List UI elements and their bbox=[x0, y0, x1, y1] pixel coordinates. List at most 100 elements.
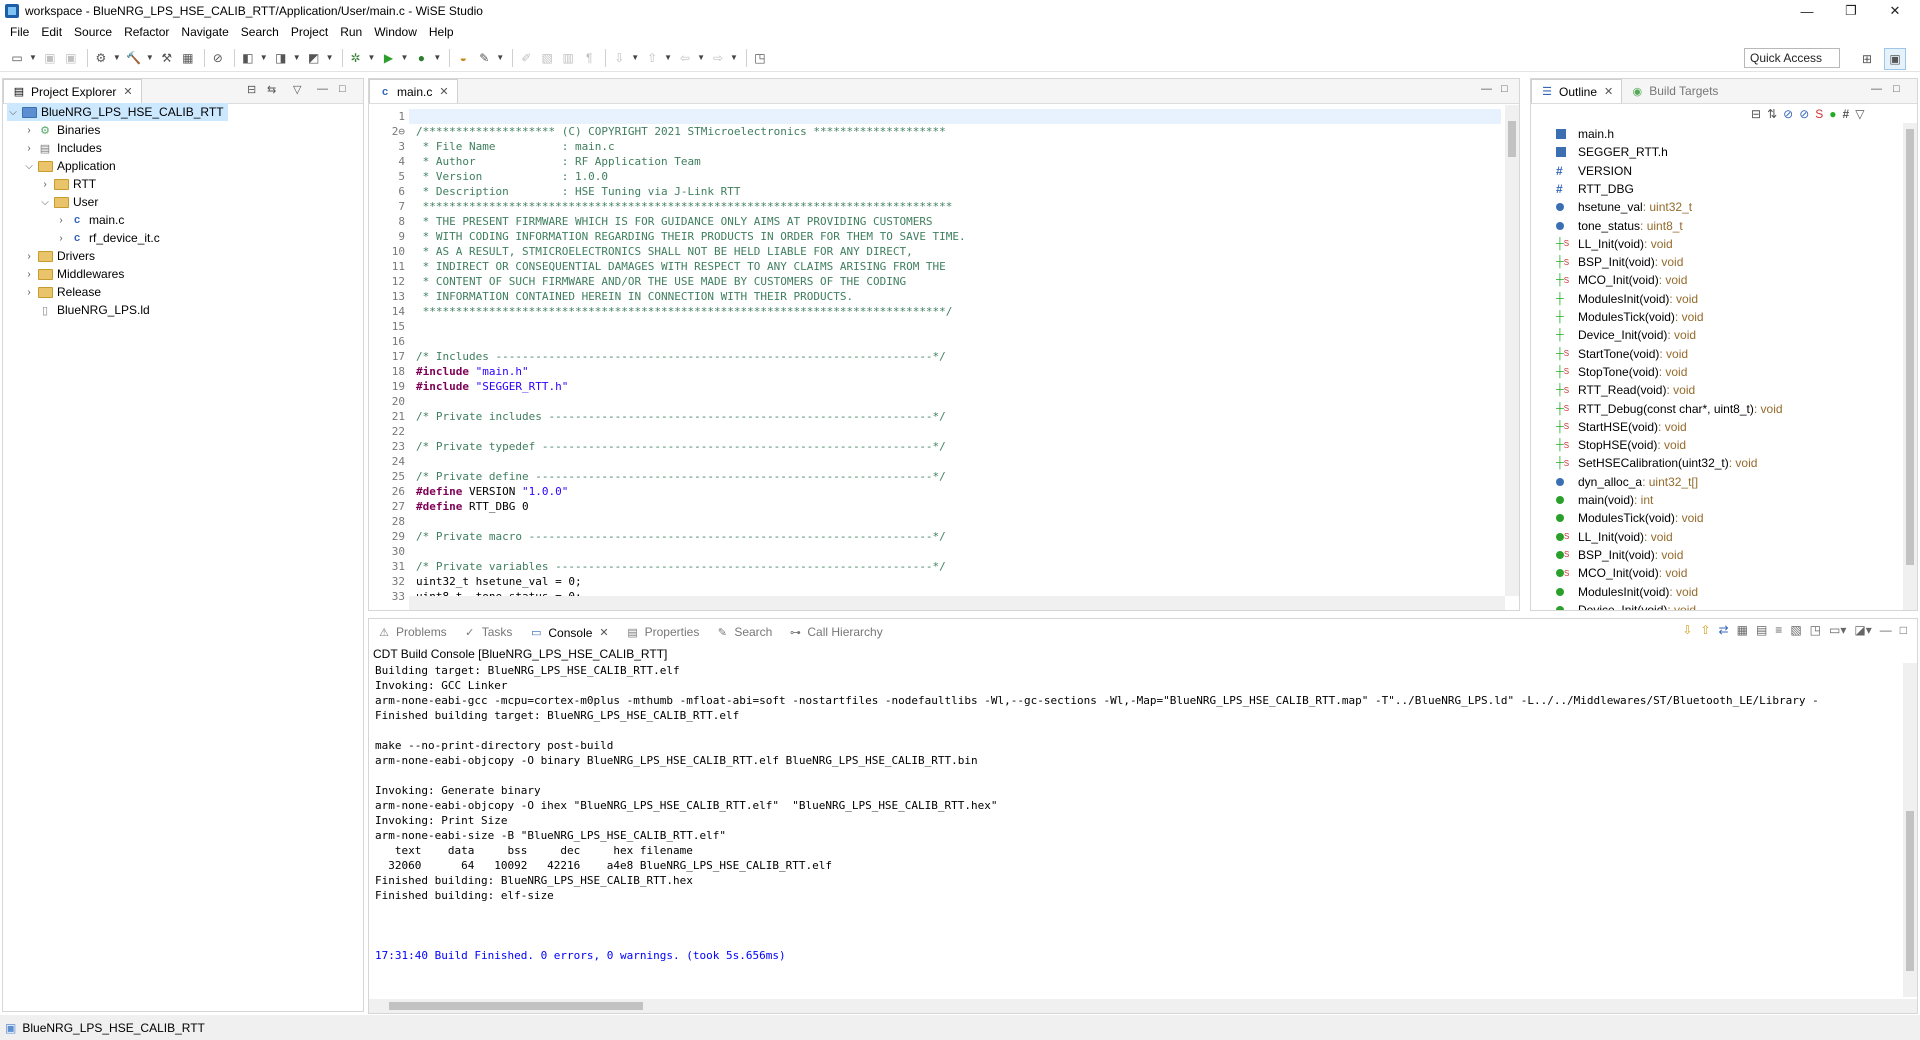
hide-non-public-icon[interactable]: S bbox=[1815, 107, 1823, 121]
menu-search[interactable]: Search bbox=[235, 25, 285, 39]
outline-vertical-scrollbar[interactable] bbox=[1903, 123, 1917, 610]
close-icon[interactable]: ✕ bbox=[439, 85, 448, 98]
maximize-view-icon[interactable]: □ bbox=[1900, 623, 1907, 637]
debug-dropdown-icon[interactable]: ▼ bbox=[368, 53, 376, 62]
outline-item[interactable]: tone_status : uint8_t bbox=[1556, 217, 1683, 235]
forward-icon[interactable]: ⇨ bbox=[709, 49, 727, 67]
expand-arrow-icon[interactable]: › bbox=[39, 179, 51, 190]
outline-item[interactable]: # RTT_DBG bbox=[1556, 180, 1634, 198]
expand-arrow-icon[interactable]: › bbox=[55, 233, 67, 244]
scrollbar-thumb[interactable] bbox=[1906, 811, 1914, 971]
expand-arrow-icon[interactable]: › bbox=[23, 125, 35, 136]
word-wrap-icon[interactable]: ≡ bbox=[1775, 623, 1782, 637]
menu-edit[interactable]: Edit bbox=[35, 25, 68, 39]
maximize-view-icon[interactable]: □ bbox=[1893, 83, 1900, 95]
outline-item[interactable]: main.h bbox=[1556, 125, 1614, 143]
tree-item-includes[interactable]: › ▤ Includes bbox=[23, 139, 101, 157]
tree-item-binaries[interactable]: › ⚙ Binaries bbox=[23, 121, 100, 139]
group-includes-icon[interactable]: # bbox=[1843, 107, 1850, 121]
outline-item[interactable]: Device_Init(void) : void bbox=[1556, 601, 1696, 610]
outline-item[interactable]: S LL_Init(void) : void bbox=[1556, 528, 1673, 546]
console-output[interactable]: Building target: BlueNRG_LPS_HSE_CALIB_R… bbox=[369, 663, 1903, 997]
back-icon[interactable]: ⇦ bbox=[676, 49, 694, 67]
hide-fields-icon[interactable]: ⊘ bbox=[1783, 107, 1793, 121]
previous-error-icon[interactable]: ⇧ bbox=[1700, 623, 1710, 637]
maximize-view-icon[interactable]: □ bbox=[1501, 83, 1508, 95]
view-menu-icon[interactable]: ▽ bbox=[293, 83, 301, 96]
toggle-word-wrap-icon[interactable]: ▥ bbox=[559, 49, 577, 67]
minimize-view-icon[interactable]: — bbox=[1880, 623, 1892, 637]
menu-run[interactable]: Run bbox=[334, 25, 368, 39]
menu-source[interactable]: Source bbox=[68, 25, 118, 39]
build-dropdown-icon[interactable]: ▼ bbox=[146, 53, 154, 62]
new-dropdown-icon[interactable]: ▼ bbox=[29, 53, 37, 62]
hide-static-icon[interactable]: ⊘ bbox=[1799, 107, 1809, 121]
close-icon[interactable]: ✕ bbox=[599, 626, 608, 639]
code-editor[interactable]: 1 2⊖ 3 4 5 6 7 8 9 10 11 12 13 14 15 16 17 18 19 20 21 22 23 24… bbox=[369, 105, 1519, 603]
next-annotation-icon[interactable]: ⇩ bbox=[610, 49, 628, 67]
new-c-project-icon[interactable]: ◧ bbox=[239, 49, 257, 67]
editor-vertical-scrollbar[interactable] bbox=[1505, 105, 1519, 596]
editor-horizontal-scrollbar[interactable] bbox=[409, 596, 1505, 610]
expand-arrow-icon[interactable]: › bbox=[23, 251, 35, 262]
tree-item-rf-device-it-c[interactable]: › c rf_device_it.c bbox=[55, 229, 159, 247]
configurations-dropdown-icon[interactable]: ▼ bbox=[113, 53, 121, 62]
expand-arrow-icon[interactable]: › bbox=[23, 269, 35, 280]
new-source-folder-icon[interactable]: ◨ bbox=[272, 49, 290, 67]
previous-annotation-icon[interactable]: ⇧ bbox=[643, 49, 661, 67]
open-console-icon[interactable]: ◪▾ bbox=[1854, 623, 1871, 637]
outline-item[interactable]: ┼ S RTT_Read(void) : void bbox=[1556, 381, 1695, 399]
tree-item-user[interactable]: ⌵ User bbox=[39, 193, 98, 211]
menu-refactor[interactable]: Refactor bbox=[118, 25, 175, 39]
previous-annotation-dropdown-icon[interactable]: ▼ bbox=[664, 53, 672, 62]
tree-item-linker-script[interactable]: ▯ BlueNRG_LPS.ld bbox=[23, 301, 150, 319]
outline-item[interactable]: main(void) : int bbox=[1556, 491, 1653, 509]
run-dropdown-icon[interactable]: ▼ bbox=[400, 53, 408, 62]
outline-item[interactable]: ModulesTick(void) : void bbox=[1556, 509, 1704, 527]
pin-editor-icon[interactable]: ◳ bbox=[751, 49, 769, 67]
outline-item[interactable]: SEGGER_RTT.h bbox=[1556, 143, 1668, 161]
outline-item[interactable]: ┼ S BSP_Init(void) : void bbox=[1556, 253, 1683, 271]
outline-item[interactable]: S MCO_Init(void) : void bbox=[1556, 564, 1687, 582]
outline-item[interactable]: ┼ S RTT_Debug(const char*, uint8_t) : void bbox=[1556, 400, 1783, 418]
link-with-editor-icon[interactable]: ⇆ bbox=[267, 83, 276, 96]
manage-configurations-icon[interactable]: ⚙ bbox=[92, 49, 110, 67]
scrollbar-thumb[interactable] bbox=[1508, 121, 1516, 157]
outline-item[interactable]: ┼ S LL_Init(void) : void bbox=[1556, 235, 1673, 253]
tree-item-rtt[interactable]: › RTT bbox=[39, 175, 96, 193]
new-class-dropdown-icon[interactable]: ▼ bbox=[326, 53, 334, 62]
outline-item[interactable]: # VERSION bbox=[1556, 162, 1632, 180]
outline-item[interactable]: S BSP_Init(void) : void bbox=[1556, 546, 1683, 564]
run-icon[interactable]: ▶ bbox=[379, 49, 397, 67]
tab-search[interactable]: ✎ Search bbox=[707, 620, 780, 644]
tab-console[interactable]: ▭ Console ✕ bbox=[520, 620, 618, 644]
external-tools-dropdown-icon[interactable]: ▼ bbox=[433, 53, 441, 62]
tree-item-main-c[interactable]: › c main.c bbox=[55, 211, 124, 229]
scroll-lock-icon[interactable]: ▤ bbox=[1756, 623, 1767, 637]
back-dropdown-icon[interactable]: ▼ bbox=[697, 53, 705, 62]
scrollbar-thumb[interactable] bbox=[389, 1002, 643, 1010]
minimize-view-icon[interactable]: — bbox=[1871, 83, 1882, 95]
new-c-project-dropdown-icon[interactable]: ▼ bbox=[260, 53, 268, 62]
expand-arrow-icon[interactable]: ⌵ bbox=[7, 107, 19, 118]
debug-icon[interactable]: ✲ bbox=[347, 49, 365, 67]
open-type-icon[interactable]: ◒ bbox=[454, 49, 472, 67]
new-class-icon[interactable]: ◩ bbox=[305, 49, 323, 67]
minimize-button[interactable]: — bbox=[1784, 0, 1830, 22]
tree-item-drivers[interactable]: › Drivers bbox=[23, 247, 95, 265]
expand-arrow-icon[interactable]: › bbox=[23, 287, 35, 298]
menu-help[interactable]: Help bbox=[423, 25, 460, 39]
outline-item[interactable]: hsetune_val : uint32_t bbox=[1556, 198, 1692, 216]
maximize-view-icon[interactable]: □ bbox=[339, 83, 346, 95]
tab-properties[interactable]: ▤ Properties bbox=[618, 620, 708, 644]
scrollbar-thumb[interactable] bbox=[1906, 129, 1914, 565]
outline-item[interactable]: ┼ S StartTone(void) : void bbox=[1556, 345, 1688, 363]
next-annotation-dropdown-icon[interactable]: ▼ bbox=[631, 53, 639, 62]
hide-macro-icon[interactable]: ● bbox=[1829, 107, 1836, 121]
outline-item[interactable]: dyn_alloc_a : uint32_t[] bbox=[1556, 473, 1698, 491]
next-error-icon[interactable]: ⇩ bbox=[1682, 623, 1692, 637]
sort-icon[interactable]: ⇅ bbox=[1767, 107, 1777, 121]
expand-arrow-icon[interactable]: › bbox=[23, 143, 35, 154]
menu-navigate[interactable]: Navigate bbox=[175, 25, 234, 39]
pin-console-icon[interactable]: ◳ bbox=[1810, 623, 1821, 637]
